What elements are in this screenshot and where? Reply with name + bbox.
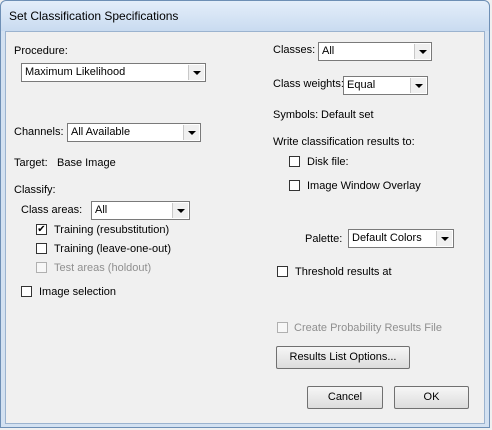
ok-button[interactable]: OK [394, 386, 469, 409]
palette-dropdown[interactable]: Default Colors [348, 229, 454, 248]
target-value: Base Image [57, 157, 116, 169]
title-bar[interactable]: Set Classification Specifications [1, 1, 489, 31]
dialog-window: Set Classification Specifications Proced… [0, 0, 490, 428]
chevron-down-icon[interactable] [172, 203, 188, 218]
palette-value: Default Colors [352, 232, 422, 244]
symbols-label: Symbols: [273, 109, 319, 121]
test-areas-checkbox [36, 262, 47, 273]
write-results-label: Write classification results to: [273, 136, 415, 148]
probability-file-label: Create Probability Results File [294, 322, 442, 334]
palette-label: Palette: [305, 233, 343, 245]
symbols-value: Default set [321, 109, 374, 121]
class-weights-label: Class weights: [273, 78, 344, 90]
test-areas-label: Test areas (holdout) [54, 262, 152, 274]
chevron-down-icon[interactable] [414, 44, 430, 59]
image-window-overlay-label: Image Window Overlay [307, 180, 421, 192]
results-list-options-button[interactable]: Results List Options... [276, 346, 410, 369]
procedure-label: Procedure: [14, 45, 68, 57]
training-leave-one-out-checkbox[interactable] [36, 243, 47, 254]
chevron-down-icon[interactable] [436, 231, 452, 246]
chevron-down-icon[interactable] [410, 78, 426, 93]
disk-file-checkbox[interactable] [289, 156, 300, 167]
classify-label: Classify: [14, 184, 56, 196]
procedure-dropdown[interactable]: Maximum Likelihood [21, 63, 206, 82]
probability-file-checkbox [277, 322, 288, 333]
channels-value: All Available [71, 126, 131, 138]
chevron-down-icon[interactable] [183, 125, 199, 140]
window-title: Set Classification Specifications [9, 9, 179, 23]
target-label: Target: [14, 157, 48, 169]
image-selection-label: Image selection [39, 286, 117, 298]
class-areas-label: Class areas: [21, 204, 83, 216]
image-window-overlay-checkbox[interactable] [289, 180, 300, 191]
training-leave-one-out-label: Training (leave-one-out) [54, 243, 171, 255]
threshold-checkbox[interactable] [277, 266, 288, 277]
class-areas-dropdown[interactable]: All [91, 201, 190, 220]
cancel-button[interactable]: Cancel [307, 386, 383, 409]
channels-label: Channels: [14, 126, 64, 138]
channels-dropdown[interactable]: All Available [67, 123, 201, 142]
classes-value: All [322, 45, 335, 57]
procedure-value: Maximum Likelihood [25, 66, 126, 78]
training-resubstitution-label: Training (resubstitution) [54, 224, 170, 236]
class-weights-dropdown[interactable]: Equal [343, 76, 428, 95]
dialog-client-area: Procedure: Maximum Likelihood Channels: … [5, 31, 485, 424]
class-areas-value: All [95, 204, 108, 216]
class-weights-value: Equal [347, 79, 376, 91]
threshold-label: Threshold results at [295, 266, 392, 278]
classes-dropdown[interactable]: All [318, 42, 432, 61]
image-selection-checkbox[interactable] [21, 286, 32, 297]
training-resubstitution-checkbox[interactable]: ✔ [36, 224, 47, 235]
chevron-down-icon[interactable] [188, 65, 204, 80]
disk-file-label: Disk file: [307, 156, 349, 168]
classes-label: Classes: [273, 44, 316, 56]
